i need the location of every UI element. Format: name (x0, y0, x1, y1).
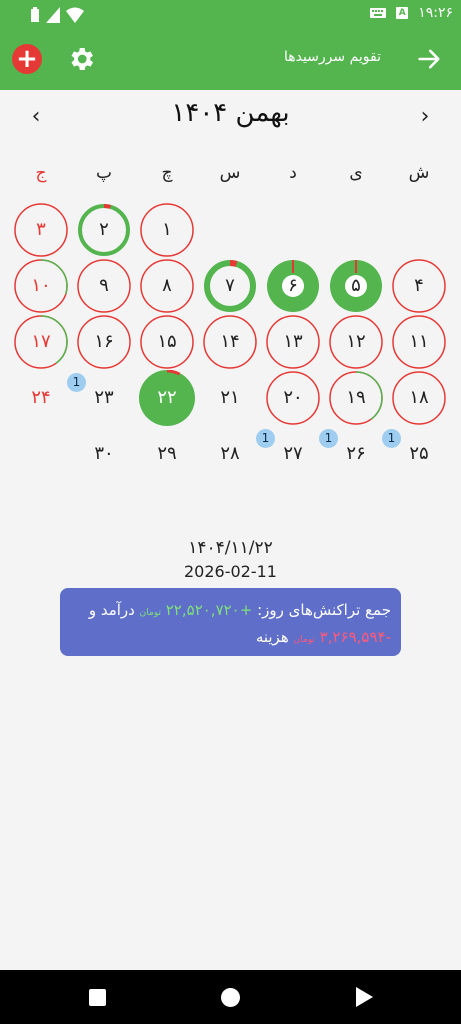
day-number: ۷ (225, 275, 235, 296)
calendar-day[interactable]: ۳۰ (76, 426, 132, 482)
calendar-day[interactable]: ۵ (328, 258, 384, 314)
calendar-day[interactable]: ۱۴ (202, 314, 258, 370)
system-navigation-bar (0, 970, 461, 1024)
calendar-day[interactable]: ۲۱ (202, 370, 258, 426)
summary-prefix: جمع تراکنش‌های روز: (257, 601, 391, 619)
day-number: ۲۰ (283, 387, 303, 408)
calendar-day[interactable]: ۷ (202, 258, 258, 314)
calendar-day[interactable]: ۹ (76, 258, 132, 314)
day-number: ۲۴ (31, 387, 51, 408)
calendar-day[interactable]: ۱ (139, 202, 195, 258)
day-number: ۱۸ (409, 387, 429, 408)
income-amount: +۲۲,۵۲۰,۷۲۰ (165, 601, 253, 619)
calendar-day[interactable]: ۲ (76, 202, 132, 258)
calendar-day[interactable]: ۱۷ (13, 314, 69, 370)
day-number: ۲۲ (157, 387, 177, 408)
home-button[interactable] (221, 988, 240, 1007)
income-label: درآمد و (88, 601, 135, 619)
day-number: ۱۶ (94, 331, 114, 352)
day-number: ۲۸ (220, 443, 240, 464)
day-number: ۱ (162, 219, 172, 240)
calendar-day[interactable]: ۴ (391, 258, 447, 314)
transaction-count-badge: 1 (382, 429, 401, 448)
calendar-day[interactable]: ۱۰ (13, 258, 69, 314)
day-number: ۳۰ (94, 443, 114, 464)
day-number: ۱۴ (220, 331, 240, 352)
selected-date-persian: ۱۴۰۴/۱۱/۲۲ (188, 538, 273, 558)
day-number: ۶ (288, 275, 298, 296)
transaction-count-badge: 1 (256, 429, 275, 448)
calendar-day[interactable]: ۲۹ (139, 426, 195, 482)
day-summary-card[interactable]: جمع تراکنش‌های روز: +۲۲,۵۲۰,۷۲۰ تومان در… (60, 588, 401, 656)
expense-amount: -۳,۲۶۹,۵۹۴ (319, 628, 391, 646)
calendar-day[interactable]: ۲۸ (202, 426, 258, 482)
calendar-day[interactable]: ۱۶ (76, 314, 132, 370)
back-button[interactable] (356, 987, 373, 1007)
day-number: ۵ (351, 275, 361, 296)
calendar-day[interactable]: ۱۸ (391, 370, 447, 426)
recent-apps-button[interactable] (89, 989, 106, 1006)
selected-date-gregorian: 2026-02-11 (184, 562, 277, 581)
day-number: ۲۱ (220, 387, 240, 408)
calendar-day[interactable]: ۲۴ (13, 370, 69, 426)
calendar-day[interactable]: ۲۲ (139, 370, 195, 426)
day-number: ۱۰ (31, 275, 51, 296)
transaction-count-badge: 1 (319, 429, 338, 448)
calendar-day[interactable]: ۳ (13, 202, 69, 258)
day-number: ۱۱ (409, 331, 429, 352)
day-number: ۱۷ (31, 331, 51, 352)
calendar-day[interactable]: ۱۳ (265, 314, 321, 370)
calendar-grid: ۱ ۲ ۳ ۴ ۵ ۶ ۷ ۸ ۹ ۱۰ ۱۱ ۱۲ ۱۳ ۱۴ ۱۵ ۱۶ ۱۷ ۱۸ ۱۹ ۲۰ ۲۱ ۲۲ ۲۳ 1 ۲۴… (0, 0, 461, 480)
expense-label: هزینه (255, 628, 289, 646)
calendar-day[interactable]: ۱۹ (328, 370, 384, 426)
day-number: ۱۵ (157, 331, 177, 352)
income-unit: تومان (139, 608, 161, 618)
calendar-day[interactable]: ۱۱ (391, 314, 447, 370)
expense-unit: تومان (293, 635, 315, 645)
day-number: ۱۲ (346, 331, 366, 352)
calendar-day[interactable]: ۱۲ (328, 314, 384, 370)
transaction-count-badge: 1 (67, 373, 86, 392)
day-number: ۸ (162, 275, 172, 296)
calendar-day[interactable]: ۲۰ (265, 370, 321, 426)
calendar-day[interactable]: ۸ (139, 258, 195, 314)
calendar-day[interactable]: ۶ (265, 258, 321, 314)
day-number: ۲۹ (157, 443, 177, 464)
day-number: ۱۹ (346, 387, 366, 408)
day-number: ۳ (36, 219, 46, 240)
day-number: ۱۳ (283, 331, 303, 352)
day-number: ۲ (99, 219, 109, 240)
calendar-day[interactable]: ۱۵ (139, 314, 195, 370)
day-number: ۴ (414, 275, 424, 296)
day-number: ۹ (99, 275, 109, 296)
